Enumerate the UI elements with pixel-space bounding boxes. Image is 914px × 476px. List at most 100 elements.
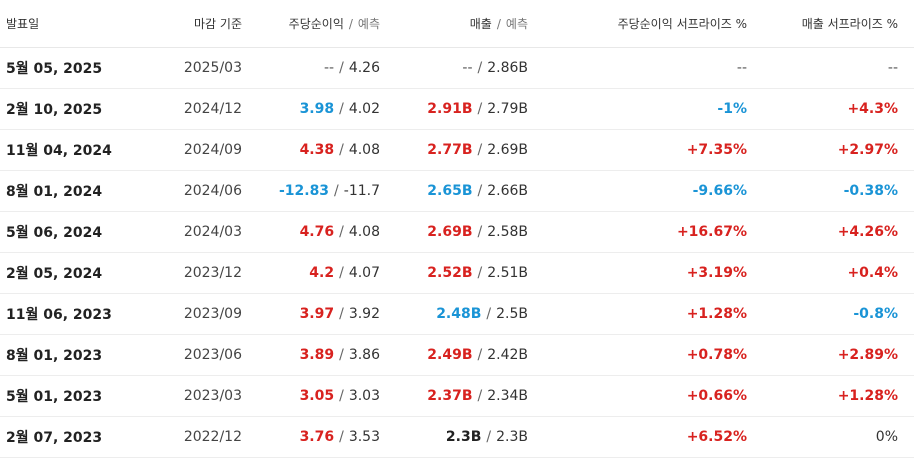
- revenue-cell: 2.65B/2.66B: [383, 170, 531, 212]
- earnings-table: 발표일 마감 기준 주당순이익 / 예측 매출 / 예측 주당순이익 서프라이즈 % 매…: [0, 0, 914, 458]
- eps-cell: 4.38/4.08: [244, 129, 383, 171]
- revenue-surprise-cell: 0%: [750, 416, 914, 458]
- period-end-cell: 2023/06: [146, 334, 244, 376]
- revenue-surprise-cell: +2.89%: [750, 334, 914, 376]
- eps-separator: /: [339, 347, 344, 363]
- header-revenue-label: 매출: [469, 17, 492, 31]
- eps-estimate: 4.08: [348, 224, 380, 240]
- table-row: 11월 06, 2023 2023/09 3.97/3.92 2.48B/2.5…: [0, 293, 914, 335]
- revenue-cell: 2.91B/2.79B: [383, 88, 531, 130]
- revenue-estimate: 2.86B: [487, 60, 528, 76]
- eps-actual: --: [324, 60, 335, 76]
- table-row: 5월 05, 2025 2025/03 --/4.26 --/2.86B -- …: [0, 47, 914, 89]
- eps-cell: 3.76/3.53: [244, 416, 383, 458]
- eps-estimate: 3.03: [348, 388, 380, 404]
- eps-estimate: 4.08: [348, 142, 380, 158]
- revenue-separator: /: [477, 388, 483, 404]
- revenue-cell: 2.3B/2.3B: [383, 416, 531, 458]
- eps-actual: 3.89: [299, 347, 335, 363]
- eps-cell: 3.98/4.02: [244, 88, 383, 130]
- eps-surprise-cell: +16.67%: [531, 211, 750, 253]
- eps-cell: -12.83/-11.7: [244, 170, 383, 212]
- eps-separator: /: [339, 142, 344, 158]
- eps-separator: /: [334, 183, 339, 199]
- header-period-end[interactable]: 마감 기준: [146, 0, 244, 48]
- eps-estimate: 3.53: [348, 429, 380, 445]
- revenue-actual: 2.91B: [427, 101, 473, 117]
- revenue-actual: 2.77B: [427, 142, 473, 158]
- period-end-cell: 2023/12: [146, 252, 244, 294]
- period-end-cell: 2022/12: [146, 416, 244, 458]
- eps-actual: 3.98: [299, 101, 335, 117]
- table-row: 8월 01, 2023 2023/06 3.89/3.86 2.49B/2.42…: [0, 334, 914, 376]
- eps-estimate: -11.7: [343, 183, 380, 199]
- eps-cell: 4.76/4.08: [244, 211, 383, 253]
- eps-separator: /: [339, 429, 344, 445]
- release-date-cell: 5월 01, 2023: [0, 375, 146, 417]
- period-end-cell: 2023/09: [146, 293, 244, 335]
- header-revenue-surprise[interactable]: 매출 서프라이즈 %: [750, 0, 914, 48]
- header-revenue[interactable]: 매출 / 예측: [383, 0, 531, 48]
- revenue-separator: /: [477, 60, 483, 76]
- eps-surprise-cell: +0.66%: [531, 375, 750, 417]
- eps-estimate: 3.86: [348, 347, 380, 363]
- eps-actual: 4.2: [309, 265, 335, 281]
- release-date-cell: 5월 06, 2024: [0, 211, 146, 253]
- revenue-surprise-cell: +2.97%: [750, 129, 914, 171]
- eps-actual: 4.76: [299, 224, 335, 240]
- eps-surprise-cell: +7.35%: [531, 129, 750, 171]
- header-eps-surprise[interactable]: 주당순이익 서프라이즈 %: [531, 0, 750, 48]
- release-date-cell: 11월 06, 2023: [0, 293, 146, 335]
- eps-separator: /: [339, 60, 344, 76]
- eps-actual: -12.83: [278, 183, 330, 199]
- table-row: 5월 01, 2023 2023/03 3.05/3.03 2.37B/2.34…: [0, 375, 914, 417]
- table-row: 2월 10, 2025 2024/12 3.98/4.02 2.91B/2.79…: [0, 88, 914, 130]
- revenue-separator: /: [477, 347, 483, 363]
- header-revenue-separator: /: [496, 17, 501, 31]
- eps-separator: /: [339, 265, 344, 281]
- revenue-estimate: 2.51B: [487, 265, 528, 281]
- revenue-surprise-cell: --: [750, 47, 914, 89]
- revenue-cell: --/2.86B: [383, 47, 531, 89]
- eps-surprise-cell: -1%: [531, 88, 750, 130]
- revenue-separator: /: [486, 306, 492, 322]
- period-end-cell: 2023/03: [146, 375, 244, 417]
- period-end-cell: 2024/03: [146, 211, 244, 253]
- release-date-cell: 2월 05, 2024: [0, 252, 146, 294]
- revenue-estimate: 2.34B: [487, 388, 528, 404]
- eps-cell: 3.97/3.92: [244, 293, 383, 335]
- eps-estimate: 4.02: [348, 101, 380, 117]
- table-body: 5월 05, 2025 2025/03 --/4.26 --/2.86B -- …: [0, 47, 914, 458]
- revenue-actual: 2.48B: [436, 306, 482, 322]
- revenue-estimate: 2.79B: [487, 101, 528, 117]
- revenue-actual: 2.49B: [427, 347, 473, 363]
- eps-surprise-cell: +6.52%: [531, 416, 750, 458]
- eps-cell: --/4.26: [244, 47, 383, 89]
- release-date-cell: 2월 07, 2023: [0, 416, 146, 458]
- revenue-actual: 2.52B: [427, 265, 473, 281]
- revenue-cell: 2.52B/2.51B: [383, 252, 531, 294]
- revenue-separator: /: [477, 265, 483, 281]
- eps-surprise-cell: --: [531, 47, 750, 89]
- revenue-estimate: 2.58B: [487, 224, 528, 240]
- revenue-separator: /: [486, 429, 492, 445]
- eps-separator: /: [339, 306, 344, 322]
- revenue-cell: 2.49B/2.42B: [383, 334, 531, 376]
- table-row: 8월 01, 2024 2024/06 -12.83/-11.7 2.65B/2…: [0, 170, 914, 212]
- release-date-cell: 8월 01, 2024: [0, 170, 146, 212]
- period-end-cell: 2025/03: [146, 47, 244, 89]
- revenue-surprise-cell: +4.26%: [750, 211, 914, 253]
- revenue-surprise-cell: +0.4%: [750, 252, 914, 294]
- header-eps[interactable]: 주당순이익 / 예측: [244, 0, 383, 48]
- eps-separator: /: [339, 388, 344, 404]
- revenue-estimate: 2.3B: [496, 429, 528, 445]
- table-row: 5월 06, 2024 2024/03 4.76/4.08 2.69B/2.58…: [0, 211, 914, 253]
- revenue-actual: --: [462, 60, 473, 76]
- revenue-cell: 2.37B/2.34B: [383, 375, 531, 417]
- header-eps-label: 주당순이익: [288, 17, 344, 31]
- header-eps-estimate-label: 예측: [357, 17, 380, 31]
- eps-estimate: 4.07: [348, 265, 380, 281]
- release-date-cell: 8월 01, 2023: [0, 334, 146, 376]
- table-header-row: 발표일 마감 기준 주당순이익 / 예측 매출 / 예측 주당순이익 서프라이즈 % 매…: [0, 0, 914, 48]
- header-release-date[interactable]: 발표일: [0, 0, 146, 48]
